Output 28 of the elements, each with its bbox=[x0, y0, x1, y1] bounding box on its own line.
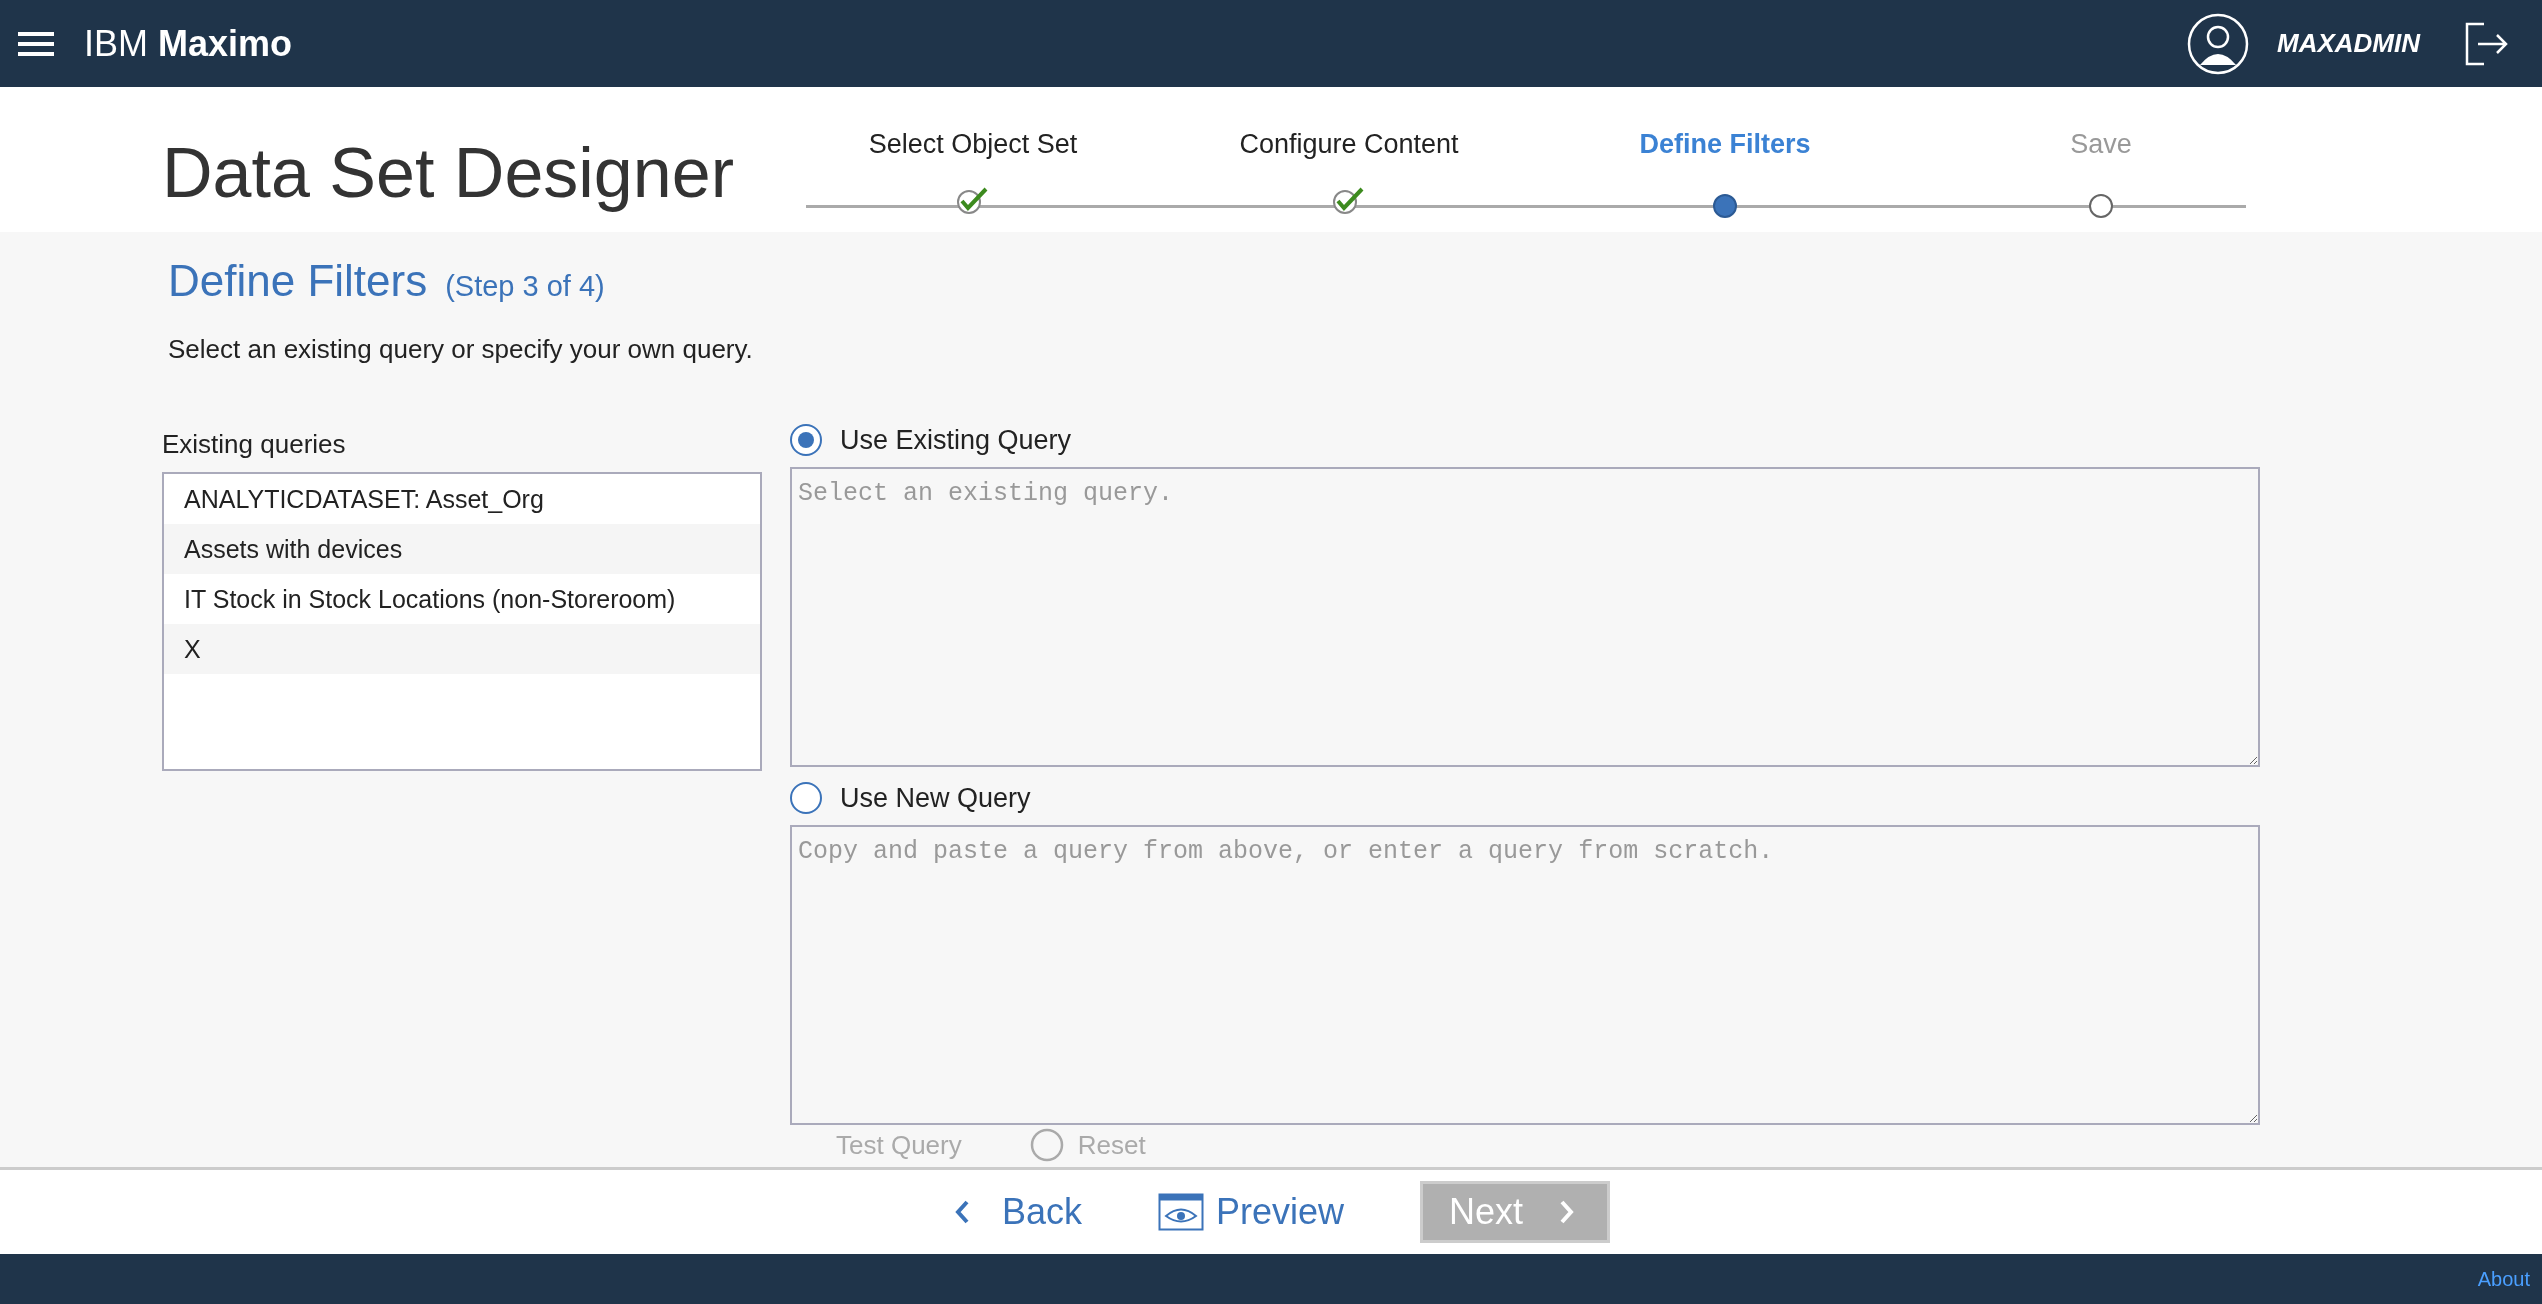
step-note: (Step 3 of 4) bbox=[445, 270, 605, 303]
query-text-field[interactable]: Copy and paste a query from above, or enter a query from scratch. bbox=[790, 825, 2260, 1125]
user-name[interactable]: MAXADMIN bbox=[2277, 28, 2420, 59]
section-title: Define Filters bbox=[168, 256, 428, 306]
page-title: Data Set Designer bbox=[162, 132, 735, 213]
radio-button[interactable] bbox=[790, 782, 822, 814]
brand-prefix: IBM bbox=[84, 22, 148, 65]
query-list-item[interactable]: ANALYTICDATASET: Asset_Org bbox=[164, 474, 760, 524]
eye-window-icon bbox=[1158, 1193, 1204, 1231]
logout-icon[interactable] bbox=[2464, 20, 2510, 67]
preview-button[interactable]: Preview bbox=[1158, 1191, 1345, 1233]
radio-label[interactable]: Use New Query bbox=[840, 782, 1031, 814]
radio-label[interactable]: Use Existing Query bbox=[840, 424, 1072, 456]
about-link[interactable]: About bbox=[2477, 1267, 2530, 1291]
radio-button[interactable] bbox=[790, 424, 822, 456]
query-list-item[interactable]: Assets with devices bbox=[164, 524, 760, 574]
section-description: Select an existing query or specify your own query. bbox=[168, 334, 754, 365]
step-label[interactable]: Select Object Set bbox=[868, 129, 1078, 160]
step-label[interactable]: Configure Content bbox=[1239, 129, 1459, 160]
brand-name: Maximo bbox=[158, 22, 293, 65]
user-avatar-icon[interactable] bbox=[2187, 12, 2249, 75]
query-list-item[interactable]: X bbox=[164, 624, 760, 674]
step-label[interactable]: Define Filters bbox=[1639, 129, 1811, 160]
list-label: Existing queries bbox=[162, 429, 347, 460]
query-list-item[interactable]: IT Stock in Stock Locations (non-Storeroom) bbox=[164, 574, 760, 624]
back-button[interactable]: Back bbox=[951, 1191, 1082, 1233]
query-text-field[interactable]: Select an existing query. bbox=[790, 467, 2260, 767]
menu-icon[interactable] bbox=[18, 30, 54, 57]
